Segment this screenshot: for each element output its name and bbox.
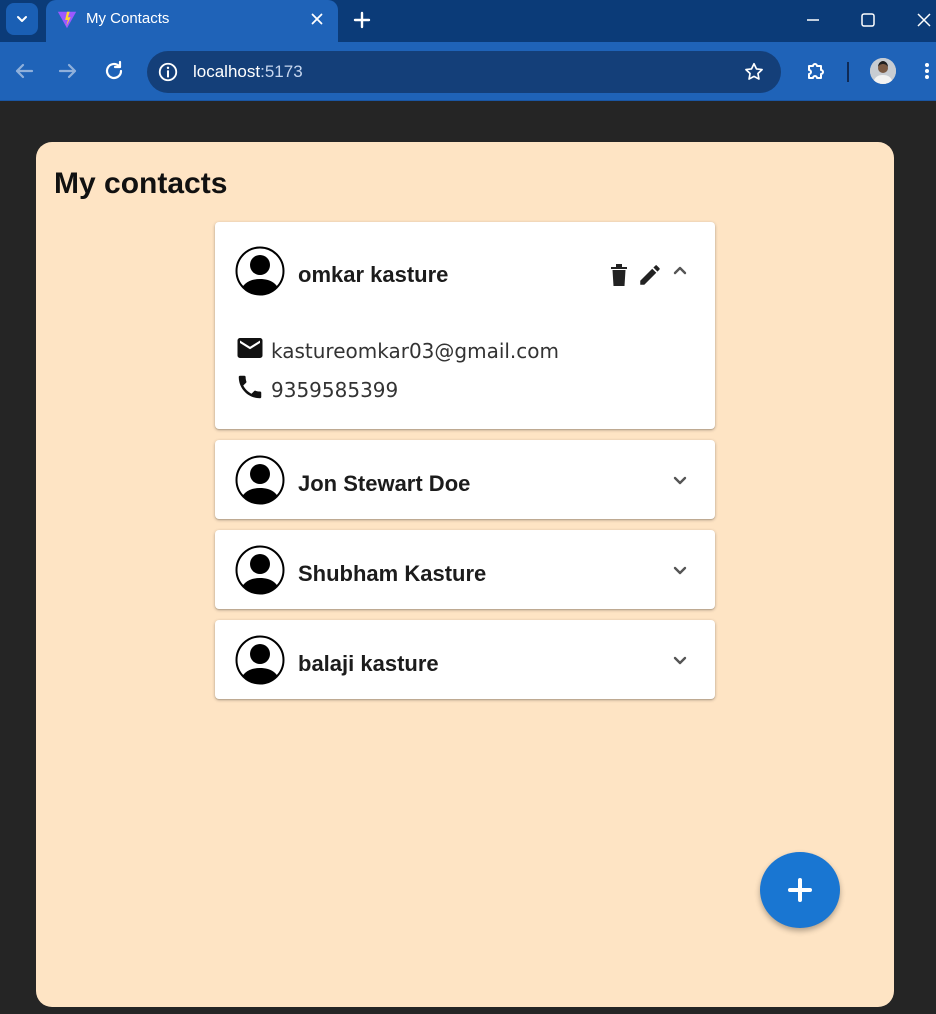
tab-title: My Contacts — [86, 10, 170, 27]
chevron-down-icon — [17, 16, 27, 22]
url-host: localhost — [193, 62, 261, 81]
mail-icon — [237, 338, 263, 358]
more-menu-icon[interactable] — [919, 59, 935, 83]
contact-card[interactable]: balaji kasture — [215, 620, 715, 699]
pencil-icon[interactable] — [637, 262, 663, 288]
contact-name: omkar kasture — [298, 262, 449, 287]
chevron-down-icon[interactable] — [668, 648, 692, 672]
person-avatar-icon — [235, 246, 285, 296]
trash-icon[interactable] — [608, 262, 630, 288]
minimize-icon[interactable] — [803, 10, 823, 30]
chevron-down-icon[interactable] — [668, 558, 692, 582]
toolbar-divider — [847, 62, 849, 82]
arrow-left-icon[interactable] — [12, 59, 36, 83]
vite-logo-icon — [57, 11, 77, 29]
contact-name: balaji kasture — [298, 651, 439, 676]
phone-row: 9359585399 — [235, 372, 398, 402]
maximize-icon[interactable] — [858, 10, 878, 30]
plus-icon — [788, 878, 812, 902]
contact-phone: 9359585399 — [271, 378, 399, 402]
arrow-right-icon[interactable] — [56, 59, 80, 83]
browser-tab-strip: My Contacts — [0, 0, 936, 42]
close-icon[interactable] — [308, 10, 326, 28]
puzzle-icon[interactable] — [804, 59, 828, 83]
contact-name: Jon Stewart Doe — [298, 471, 471, 496]
profile-photo-icon — [870, 58, 896, 84]
plus-icon[interactable] — [350, 8, 374, 32]
profile-avatar[interactable] — [870, 58, 896, 84]
contacts-panel: My contacts omkar kasture kastureomkar03… — [36, 142, 894, 1007]
address-bar[interactable]: localhost:5173 — [147, 51, 781, 93]
info-icon[interactable] — [157, 61, 179, 83]
chevron-down-icon[interactable] — [668, 468, 692, 492]
contact-card[interactable]: Shubham Kasture — [215, 530, 715, 609]
url-text: localhost:5173 — [193, 62, 303, 82]
close-window-icon[interactable] — [914, 10, 934, 30]
browser-toolbar: localhost:5173 — [0, 42, 936, 101]
email-row: kastureomkar03@gmail.com — [235, 333, 559, 363]
phone-icon — [238, 375, 262, 399]
browser-tab[interactable]: My Contacts — [46, 0, 338, 42]
person-avatar-icon — [235, 545, 285, 595]
contact-name: Shubham Kasture — [298, 561, 487, 586]
contact-email: kastureomkar03@gmail.com — [271, 339, 560, 363]
star-icon[interactable] — [743, 61, 765, 83]
person-avatar-icon — [235, 635, 285, 685]
chevron-up-icon[interactable] — [668, 259, 692, 283]
reload-icon[interactable] — [102, 59, 126, 83]
tab-search-button[interactable] — [6, 3, 38, 35]
url-port: :5173 — [260, 62, 303, 81]
add-contact-button[interactable] — [760, 852, 840, 928]
contact-card[interactable]: Jon Stewart Doe — [215, 440, 715, 519]
page-title: My contacts — [54, 167, 228, 200]
contact-card: omkar kasture kastureomkar03@gmail.com 9… — [215, 222, 715, 429]
person-avatar-icon — [235, 455, 285, 505]
